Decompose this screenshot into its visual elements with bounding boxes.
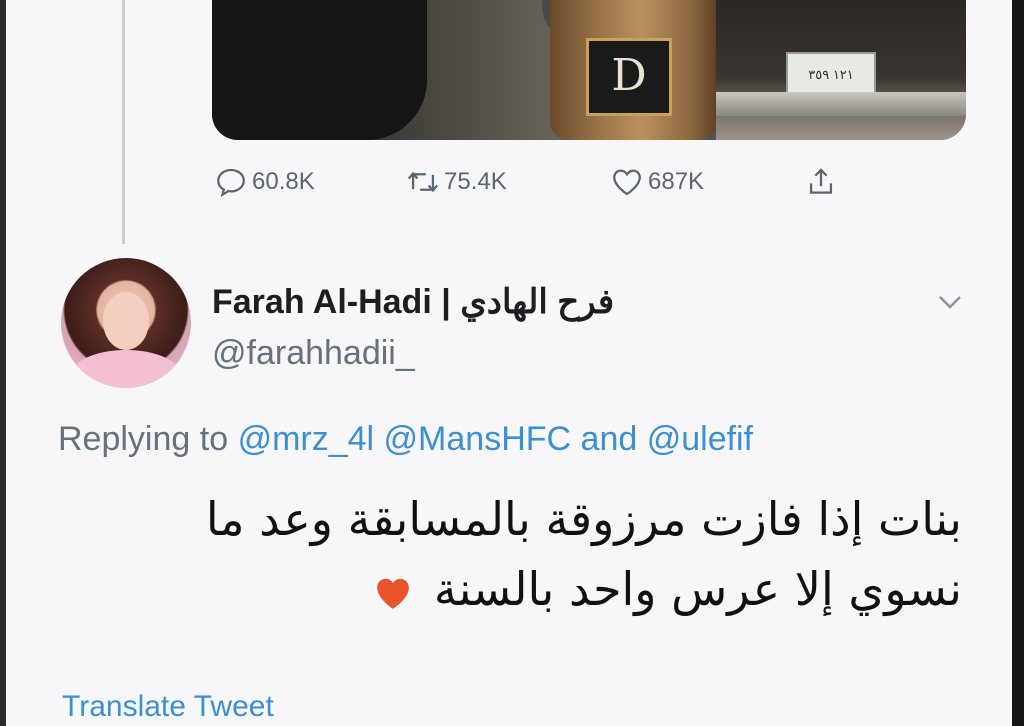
and-word: and [580,420,638,458]
reply-button[interactable]: 60.8K [214,162,315,202]
display-name[interactable]: Farah Al-Hadi | فرح الهادي [212,282,614,322]
cup-logo: D [586,38,672,116]
car-bumper [716,92,966,116]
photo-car: ١٢١ ٣٥٩ [716,0,966,140]
like-count: 687K [648,168,705,195]
reply-icon [217,168,245,198]
tweet-text-line: نسوي إلا عرس واحد بالسنة [433,562,962,616]
translate-tweet-link[interactable]: Translate Tweet [62,690,274,724]
mention-link[interactable]: @MansHFC [384,420,572,458]
like-icon [613,169,641,196]
tweet-text-line: بنات إذا فازت مرزوقة بالمسابقة وعد ما [205,492,962,546]
screen-edge [1012,0,1024,726]
avatar-face [103,292,149,350]
tweet-thread: D ١٢١ ٣٥٩ 60.8K 75.4K 687K Farah Al-Hadi… [6,0,1012,726]
tweet-text: بنات إذا فازت مرزوقة بالمسابقة وعد ما نس… [142,484,962,624]
avatar[interactable] [61,258,191,388]
share-button[interactable] [804,162,842,202]
replying-prefix: Replying to [58,420,229,458]
orange-heart-emoji [377,578,410,609]
photo-person [212,0,427,140]
retweet-count: 75.4K [444,168,507,195]
user-handle[interactable]: @farahhadii_ [212,334,415,373]
tweet-media-photo[interactable]: D ١٢١ ٣٥٩ [212,0,966,140]
mention-link[interactable]: @mrz_4l [238,420,375,458]
retweet-button[interactable]: 75.4K [406,162,507,202]
mention-link[interactable]: @ulefif [647,420,753,458]
share-icon [809,168,833,194]
replying-to-line: Replying to @mrz_4l @MansHFC and @ulefif [58,420,753,459]
tweet-actions: 60.8K 75.4K 687K [206,162,866,202]
thread-connector-line [122,0,125,244]
reply-count: 60.8K [252,168,315,195]
like-button[interactable]: 687K [610,162,704,202]
avatar-shirt [71,350,181,388]
retweet-icon [407,171,439,193]
photo-coffee-cup: D [550,0,716,140]
chevron-down-icon[interactable] [932,290,968,314]
tweet-text-line-with-emoji: نسوي إلا عرس واحد بالسنة [142,554,962,624]
